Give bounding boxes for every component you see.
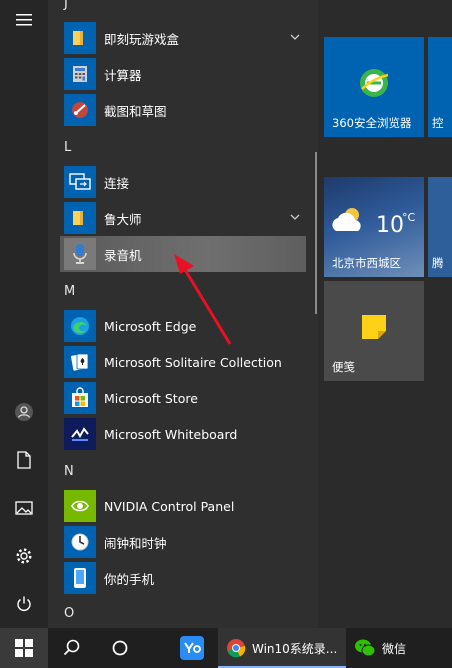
search-button[interactable] xyxy=(48,628,96,668)
taskbar-task-wechat[interactable]: 微信 xyxy=(348,628,452,668)
start-left-rail xyxy=(0,0,48,628)
cloud-icon xyxy=(332,208,361,231)
app-item-microsoft-whiteboard[interactable]: Microsoft Whiteboard xyxy=(60,416,304,452)
app-label: 计算器 xyxy=(104,67,142,83)
expand-menu-button[interactable] xyxy=(0,0,48,40)
start-button[interactable] xyxy=(0,628,48,668)
taskbar-task-browser[interactable]: Win10系统录... xyxy=(218,628,346,668)
app-label: 录音机 xyxy=(104,247,142,263)
power-button[interactable] xyxy=(0,584,48,624)
app-label: Microsoft Whiteboard xyxy=(104,426,238,442)
folder-icon xyxy=(64,22,96,54)
search-icon xyxy=(63,639,80,656)
settings-button[interactable] xyxy=(0,536,48,576)
tile-label: 360安全浏览器 xyxy=(332,116,412,130)
section-header-n[interactable]: N xyxy=(64,464,74,479)
section-header-j[interactable]: J xyxy=(64,0,68,11)
connect-icon xyxy=(64,166,96,198)
tile-label: 控 xyxy=(432,116,444,130)
app-label: Microsoft Store xyxy=(104,390,198,406)
sticky-note-icon xyxy=(362,315,386,339)
app-item-your-phone[interactable]: 你的手机 xyxy=(60,560,304,596)
edge-icon xyxy=(64,310,96,342)
tile-weather[interactable]: 10 °C 北京市西城区 xyxy=(324,177,424,277)
tile-label: 便笺 xyxy=(332,360,355,374)
app-item-nvidia-control-panel[interactable]: NVIDIA Control Panel xyxy=(60,488,304,524)
app-item-connect[interactable]: 连接 xyxy=(60,164,304,200)
section-header-m[interactable]: M xyxy=(64,284,75,299)
document-icon xyxy=(17,451,31,469)
solitaire-cards-icon xyxy=(64,346,96,378)
chrome-browser-icon xyxy=(227,639,246,658)
app-item-calculator[interactable]: 计算器 xyxy=(60,56,304,92)
taskbar-app-pinned[interactable] xyxy=(172,628,212,668)
tile-label: 腾 xyxy=(432,256,444,270)
tile-control[interactable]: 控 xyxy=(428,37,452,137)
chevron-down-icon[interactable] xyxy=(290,32,300,42)
app-label: 你的手机 xyxy=(104,571,155,587)
app-item-alarms-clock[interactable]: 闹钟和时钟 xyxy=(60,524,304,560)
taskbar: Win10系统录... 微信 xyxy=(0,628,452,668)
settings-icon xyxy=(16,548,32,564)
app-label: 鲁大师 xyxy=(104,211,142,227)
app-label: Microsoft Solitaire Collection xyxy=(104,354,282,370)
nvidia-icon xyxy=(64,490,96,522)
tile-tencent[interactable]: 腾 xyxy=(428,177,452,277)
app-label: 闹钟和时钟 xyxy=(104,535,167,551)
weather-temperature: 10 xyxy=(376,213,404,238)
clock-icon xyxy=(64,526,96,558)
snip-and-sketch-icon xyxy=(64,94,96,126)
app-logo-icon xyxy=(180,636,204,660)
pictures-button[interactable] xyxy=(0,488,48,528)
task-label: 微信 xyxy=(382,641,407,656)
documents-button[interactable] xyxy=(0,440,48,480)
task-label: Win10系统录... xyxy=(252,641,338,656)
app-label: 截图和草图 xyxy=(104,103,167,119)
live-tiles-area: 360安全浏览器 控 10 °C 北京市西城区 腾 便笺 xyxy=(318,0,452,628)
power-icon xyxy=(17,596,31,611)
tile-label: 北京市西城区 xyxy=(332,256,401,270)
app-label: NVIDIA Control Panel xyxy=(104,498,235,514)
browser-logo-icon xyxy=(360,69,389,97)
whiteboard-icon xyxy=(64,418,96,450)
store-bag-icon xyxy=(64,382,96,414)
voice-recorder-icon xyxy=(64,238,96,270)
folder-icon xyxy=(64,202,96,234)
user-icon xyxy=(15,403,33,421)
app-label: 连接 xyxy=(104,175,130,191)
account-button[interactable] xyxy=(0,392,48,432)
tile-360-browser[interactable]: 360安全浏览器 xyxy=(324,37,424,137)
windows-logo-icon xyxy=(15,639,33,657)
cortana-circle-icon xyxy=(112,640,128,656)
chevron-down-icon[interactable] xyxy=(290,212,300,222)
phone-icon xyxy=(64,562,96,594)
app-label: 即刻玩游戏盒 xyxy=(104,31,180,47)
section-header-l[interactable]: L xyxy=(64,140,71,155)
cortana-button[interactable] xyxy=(96,628,144,668)
wechat-icon xyxy=(355,639,376,657)
hamburger-icon xyxy=(16,14,32,26)
section-header-o[interactable]: O xyxy=(64,606,74,621)
app-item-jike-game-box[interactable]: 即刻玩游戏盒 xyxy=(60,20,304,56)
tile-sticky-notes[interactable]: 便笺 xyxy=(324,281,424,381)
app-item-ludashi[interactable]: 鲁大师 xyxy=(60,200,304,236)
calculator-icon xyxy=(64,58,96,90)
weather-unit: °C xyxy=(402,211,416,224)
app-list-scrollbar[interactable] xyxy=(315,152,317,314)
app-item-snip-sketch[interactable]: 截图和草图 xyxy=(60,92,304,128)
app-item-microsoft-store[interactable]: Microsoft Store xyxy=(60,380,304,416)
annotation-arrow-icon xyxy=(174,254,232,345)
pictures-icon xyxy=(15,501,33,515)
